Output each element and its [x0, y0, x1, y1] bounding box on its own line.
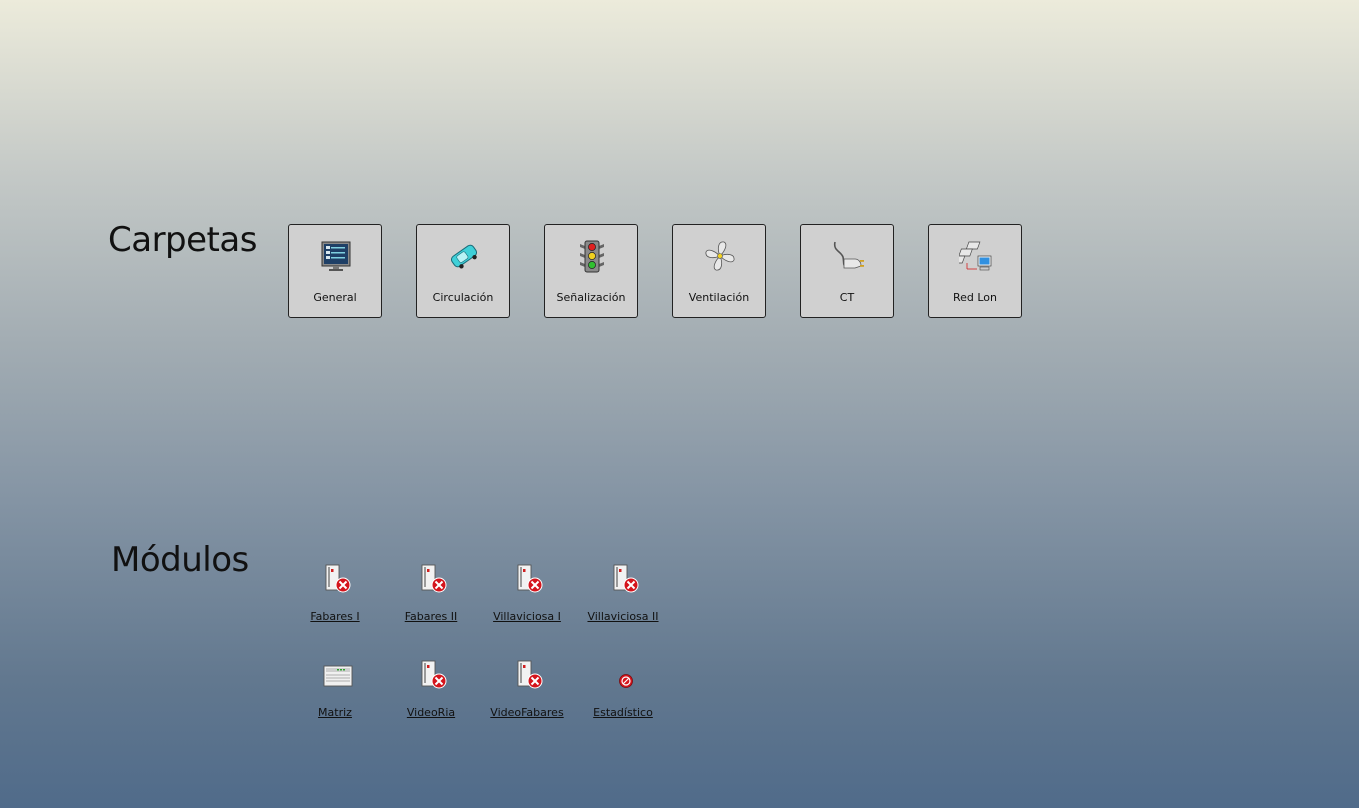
- module-label: Fabares I: [310, 610, 360, 623]
- folder-label: General: [313, 291, 357, 304]
- folder-label: Circulación: [432, 291, 494, 304]
- traffic-light-icon: [580, 240, 604, 273]
- folder-button-ct[interactable]: CT: [800, 224, 894, 318]
- module-fabares-ii[interactable]: Fabares II: [383, 564, 479, 634]
- module-label: Matriz: [318, 706, 352, 719]
- module-villaviciosa-ii[interactable]: Villaviciosa II: [575, 564, 671, 634]
- module-videofabares[interactable]: VideoFabares: [479, 660, 575, 730]
- module-error-icon: [421, 564, 447, 593]
- module-label: Villaviciosa I: [493, 610, 561, 623]
- folder-button-senalizacion[interactable]: Señalización: [544, 224, 638, 318]
- folder-label: CT: [839, 291, 855, 304]
- folder-button-circulacion[interactable]: Circulación: [416, 224, 510, 318]
- folder-label: Ventilación: [688, 291, 750, 304]
- folder-label: Red Lon: [952, 291, 998, 304]
- module-videoria[interactable]: VideoRia: [383, 660, 479, 730]
- module-matriz[interactable]: Matriz: [287, 660, 383, 730]
- network-icon: [959, 241, 992, 271]
- folder-button-ventilacion[interactable]: Ventilación: [672, 224, 766, 318]
- module-error-icon: [517, 564, 543, 593]
- folder-button-red-lon[interactable]: Red Lon: [928, 224, 1022, 318]
- carpetas-heading: Carpetas: [108, 220, 257, 260]
- fan-icon: [705, 241, 735, 271]
- module-label: Estadístico: [593, 706, 653, 719]
- power-plug-icon: [833, 241, 864, 269]
- module-error-icon: [421, 660, 447, 689]
- folder-button-general[interactable]: General: [288, 224, 382, 318]
- module-label: VideoRia: [406, 706, 456, 719]
- module-villaviciosa-i[interactable]: Villaviciosa I: [479, 564, 575, 634]
- module-estadistico[interactable]: Estadístico: [575, 660, 671, 730]
- module-label: Fabares II: [404, 610, 458, 623]
- module-error-icon: [613, 564, 639, 593]
- module-error-icon: [517, 660, 543, 689]
- disabled-icon: [619, 674, 633, 688]
- car-icon: [450, 244, 478, 269]
- module-label: Villaviciosa II: [587, 610, 659, 623]
- folder-label: Señalización: [556, 291, 626, 304]
- control-panel-icon: [321, 241, 351, 271]
- module-fabares-i[interactable]: Fabares I: [287, 564, 383, 634]
- matrix-device-icon: [323, 665, 353, 687]
- module-error-icon: [325, 564, 351, 593]
- modulos-heading: Módulos: [111, 540, 249, 580]
- module-label: VideoFabares: [490, 706, 564, 719]
